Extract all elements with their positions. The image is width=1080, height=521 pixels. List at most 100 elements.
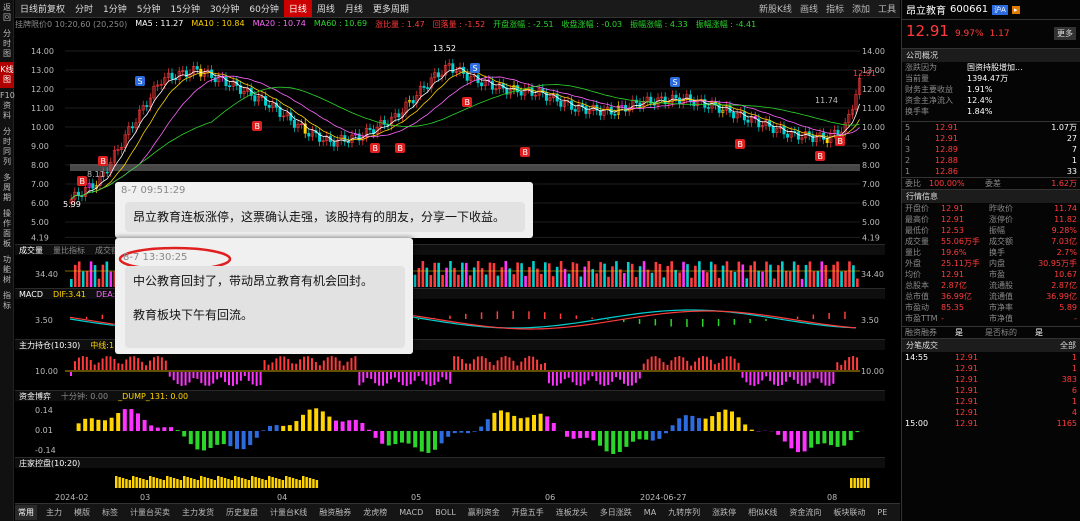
sidebar-item-timeshare[interactable]: 分时图 xyxy=(0,26,14,62)
bottom-tab[interactable]: 涨跌停 xyxy=(709,505,739,520)
tick-row: 12.91 383 xyxy=(902,374,1080,385)
fund-bar xyxy=(736,417,741,431)
period-tab-30min[interactable]: 30分钟 xyxy=(205,2,244,15)
info-section-header[interactable]: 公司概况 xyxy=(902,48,1080,62)
favorite-icon[interactable]: ▸ xyxy=(1011,5,1020,14)
candle-body xyxy=(195,66,199,70)
tick-header[interactable]: 分笔成交 xyxy=(906,340,938,351)
toolbar-add[interactable]: 添加 xyxy=(852,2,870,15)
bottom-tab[interactable]: 历史复盘 xyxy=(223,505,261,520)
sidebar-item-multi-period[interactable]: 多周期 xyxy=(0,170,14,206)
fund-bar xyxy=(175,430,180,431)
period-tab-day[interactable]: 日线 xyxy=(283,0,312,17)
toolbar-tools[interactable]: 工具 xyxy=(878,2,896,15)
order-row[interactable]: 3 12.89 7 xyxy=(902,144,1080,155)
period-tab-60min[interactable]: 60分钟 xyxy=(244,2,283,15)
toolbar-draw[interactable]: 画线 xyxy=(800,2,818,15)
info-label: 资金主净流入 xyxy=(905,96,953,105)
bottom-tab[interactable]: 计量台买卖 xyxy=(127,505,173,520)
sidebar-item-back[interactable]: 返回 xyxy=(0,0,14,26)
holding-chart[interactable]: 10.00 10.00 xyxy=(15,350,885,390)
sidebar-item-timeshare-compare[interactable]: 分时同列 xyxy=(0,124,14,170)
order-volume: 33 xyxy=(1066,167,1077,176)
period-tab-5min[interactable]: 5分钟 xyxy=(132,2,166,15)
fund-bar xyxy=(452,431,457,434)
comment-popup-1[interactable]: 8-7 09:51:29 昂立教育连板涨停，这票确认走强，该股持有的朋友，分享一… xyxy=(115,182,533,238)
fund-bar xyxy=(274,425,279,431)
bottom-tab[interactable]: 主力 xyxy=(43,505,65,520)
fund-bar xyxy=(195,431,200,450)
bottom-tab[interactable]: 主力发货 xyxy=(179,505,217,520)
macd-bar xyxy=(101,314,104,319)
control-bar xyxy=(138,478,142,488)
period-tab-more[interactable]: 更多周期 xyxy=(368,2,414,15)
toolbar-new-kline[interactable]: 新股K线 xyxy=(759,2,792,15)
macd-axis-left: 3.50 xyxy=(35,316,53,325)
sidebar-item-kline[interactable]: K线图 xyxy=(0,62,14,88)
bottom-tab[interactable]: 相似K线 xyxy=(745,505,780,520)
adjust-mode-label[interactable]: 日线前复权 xyxy=(15,2,70,15)
period-tab-15min[interactable]: 15分钟 xyxy=(166,2,205,15)
bottom-tab[interactable]: 赢利资金 xyxy=(465,505,503,520)
period-tab-1min[interactable]: 1分钟 xyxy=(98,2,132,15)
quote-value: 25.11万手 xyxy=(941,259,980,268)
sidebar-item-f10[interactable]: F10资料 xyxy=(0,88,15,124)
toolbar-indicator[interactable]: 指标 xyxy=(826,2,844,15)
order-row[interactable]: 4 12.91 27 xyxy=(902,133,1080,144)
order-price: 12.91 xyxy=(935,134,958,143)
bottom-tab[interactable]: 计量台K线 xyxy=(267,505,310,520)
bottom-tab[interactable]: 资金流向 xyxy=(786,505,824,520)
order-row[interactable]: 5 12.91 1.07万 xyxy=(902,122,1080,133)
fund-bar xyxy=(551,423,556,431)
quote-value: 2.7% xyxy=(1056,248,1077,257)
sidebar-item-function-tree[interactable]: 功能树 xyxy=(0,252,14,288)
volume-bar xyxy=(836,261,839,287)
bottom-tab[interactable]: 开盘五手 xyxy=(509,505,547,520)
volume-bar xyxy=(832,264,835,287)
fund-bar xyxy=(281,425,286,431)
bottom-tab[interactable]: 标签 xyxy=(99,505,121,520)
sidebar-item-panel[interactable]: 操作面板 xyxy=(0,206,14,252)
comment-popup-2[interactable]: 8-7 13:30:25 中公教育回封了，带动昂立教育有机会回封。 教育板块下午… xyxy=(115,238,413,354)
more-button[interactable]: 更多 xyxy=(1054,27,1076,40)
bottom-tab[interactable]: 更多 xyxy=(896,505,900,520)
bottom-tab[interactable]: 常用 xyxy=(15,505,37,520)
volume-bar xyxy=(101,264,105,287)
period-tab-week[interactable]: 周线 xyxy=(312,2,340,15)
vol-header-1[interactable]: 量比指标 xyxy=(53,245,85,256)
bottom-tab[interactable]: BOLL xyxy=(432,506,459,519)
order-row[interactable]: 2 12.88 1 xyxy=(902,155,1080,166)
volume-bar xyxy=(757,270,760,287)
y-tick-left: 14.00 xyxy=(31,47,54,56)
bottom-tab[interactable]: PE xyxy=(874,506,890,519)
y-tick-right: 6.00 xyxy=(862,199,880,208)
order-row[interactable]: 1 12.86 33 xyxy=(902,166,1080,177)
control-chart[interactable]: 2024-02 03 04 05 06 2024-06-27 08 xyxy=(15,468,885,503)
holding-bar xyxy=(200,372,203,384)
bottom-tab[interactable]: 板块联动 xyxy=(830,505,868,520)
y-tick-left: 7.00 xyxy=(31,180,49,189)
bottom-tab[interactable]: MACD xyxy=(396,506,426,519)
bottom-tab[interactable]: MA xyxy=(641,506,659,519)
sidebar-item-indicator[interactable]: 指标 xyxy=(0,288,14,314)
holding-bar xyxy=(152,357,155,370)
quote-section-header[interactable]: 行情信息 xyxy=(902,189,1080,203)
bottom-tab[interactable]: 连板龙头 xyxy=(553,505,591,520)
bottom-tab[interactable]: 模版 xyxy=(71,505,93,520)
control-bar xyxy=(176,479,179,488)
bottom-tab[interactable]: 融资融券 xyxy=(316,505,354,520)
macd-bar xyxy=(575,315,578,319)
holding-bar xyxy=(761,372,764,381)
bottom-tab[interactable]: 多日涨跌 xyxy=(597,505,635,520)
fund-bar xyxy=(545,416,550,431)
volume-bar xyxy=(694,265,697,287)
period-tab-month[interactable]: 月线 xyxy=(340,2,368,15)
bottom-tab[interactable]: 龙虎榜 xyxy=(360,505,390,520)
fund-chart[interactable]: 0.14 0.01 -0.14 xyxy=(15,401,885,457)
period-tab-timeshare[interactable]: 分时 xyxy=(70,2,98,15)
bottom-tab[interactable]: 九转序列 xyxy=(665,505,703,520)
stock-name: 昂立教育 xyxy=(906,6,946,17)
tick-filter[interactable]: 全部 xyxy=(1060,340,1076,351)
volume-bar xyxy=(429,275,433,287)
volume-bar xyxy=(615,261,618,287)
